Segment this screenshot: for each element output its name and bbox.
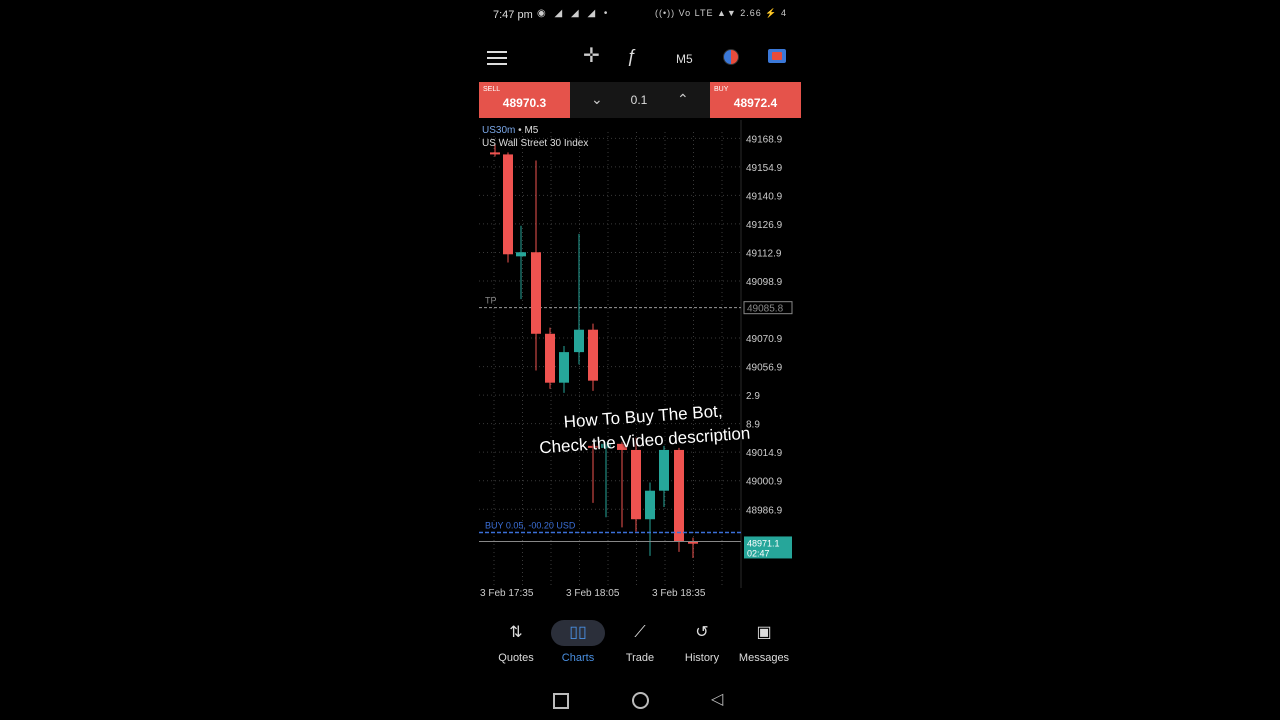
system-status-icons: ((•)) Vo LTE ▲▼ 2.66 ⚡ 4 [654,8,787,18]
timeframe-button[interactable]: M5 [676,49,693,69]
y-tick-label: 49126.9 [746,220,783,231]
one-click-trading-panel: SELL 48970.3 ⌄ 0.1 ⌃ BUY 48972.4 [479,82,801,118]
history-clock-icon: ↺ [695,624,709,641]
menu-icon[interactable] [487,51,507,65]
sell-button[interactable]: SELL 48970.3 [479,82,570,118]
y-tick-label: 49168.9 [746,134,783,145]
notification-icons: ◉ ◢ ◢ ◢ • [537,8,611,19]
sell-label: SELL [483,86,501,93]
take-profit-price: 49085.8 [747,304,784,315]
buy-label: BUY [714,86,729,93]
back-triangle-icon[interactable]: ◁ [711,689,723,709]
nav-trade-label: Trade [625,652,655,664]
y-tick-label: 49070.9 [746,334,783,345]
y-tick-label: 49014.9 [746,448,783,459]
volume-decrease-chevron-down-icon[interactable]: ⌄ [591,91,603,108]
candle-body [516,252,526,257]
sell-price: 48970.3 [502,96,547,110]
messages-icon: ▣ [756,624,772,641]
candle-body [574,329,584,353]
candle-body [645,490,655,520]
nav-quotes[interactable]: ⇅ Quotes [485,618,547,668]
position-label: BUY 0.05, -00.20 USD [485,520,576,530]
candle-body [531,252,541,334]
candle-body [588,329,598,381]
x-tick-label: 3 Feb 17:35 [480,588,534,599]
candle-body [545,333,555,383]
y-tick-label: 49000.9 [746,477,783,488]
chart-area[interactable]: 49168.9 49154.9 49140.9 49126.9 49112.9 49098… [479,120,801,610]
x-tick-label: 3 Feb 18:05 [566,588,620,599]
nav-quotes-label: Quotes [498,652,534,664]
clock-icon[interactable] [723,49,739,65]
status-time: 7:47 pm [493,9,533,21]
buy-button[interactable]: BUY 48972.4 [710,82,801,118]
x-tick-label: 3 Feb 18:35 [652,588,706,599]
candlestick-chart[interactable]: 49168.9 49154.9 49140.9 49126.9 49112.9 49098… [479,120,801,610]
y-tick-label: 48986.9 [746,505,783,516]
nav-charts-label: Charts [561,652,595,664]
y-tick-label: 49112.9 [746,248,782,259]
take-profit-label: TP [485,296,497,306]
system-navigation-bar: ◁ [479,688,801,712]
candle-body [490,152,500,155]
y-tick-label: 49140.9 [746,191,783,202]
status-bar: 7:47 pm ◉ ◢ ◢ ◢ • ((•)) Vo LTE ▲▼ 2.66 ⚡… [479,0,801,30]
y-tick-label: 49098.9 [746,277,783,288]
candle-body [503,154,513,255]
home-circle-icon[interactable] [632,692,649,709]
phone-screen: 7:47 pm ◉ ◢ ◢ ◢ • ((•)) Vo LTE ▲▼ 2.66 ⚡… [479,0,801,720]
chart-symbol: US30m • M5 [482,125,538,136]
bottom-navigation: ⇅ Quotes ▯▯ Charts ⟋ Trade ↺ History ▣ M… [479,618,801,668]
symbol-name: US30m [482,125,516,136]
candle-body [659,449,669,491]
nav-charts[interactable]: ▯▯ Charts [547,618,609,668]
crosshair-icon[interactable]: ✛ [583,46,600,66]
chart-toolbar: ✛ ƒ M5 [479,38,801,76]
volume-increase-chevron-up-icon[interactable]: ⌃ [677,91,689,108]
candle-body [559,352,569,383]
candle-body [674,449,684,542]
nav-history[interactable]: ↺ History [671,618,733,668]
symbol-description: US Wall Street 30 Index [482,138,589,149]
y-tick-label: 49154.9 [746,163,783,174]
symbol-timeframe: M5 [524,125,539,136]
nav-history-label: History [684,652,720,664]
nav-messages-label: Messages [738,652,790,664]
y-tick-label: 49056.9 [746,363,783,374]
volume-value[interactable]: 0.1 [609,93,669,107]
quotes-arrows-icon: ⇅ [509,624,523,641]
current-price-value: 48971.1 [747,538,780,548]
bar-countdown: 02:47 [747,548,770,558]
recent-apps-square-icon[interactable] [553,693,569,709]
candle-body [688,541,698,544]
trade-line-icon: ⟋ [634,624,646,641]
nav-messages[interactable]: ▣ Messages [733,618,795,668]
indicators-icon[interactable]: ƒ [627,46,637,66]
nav-trade[interactable]: ⟋ Trade [609,618,671,668]
new-order-icon[interactable] [768,49,786,63]
candle-body [631,449,641,520]
charts-candles-icon: ▯▯ [551,620,605,646]
buy-price: 48972.4 [733,96,778,110]
symbol-separator: • [518,125,522,136]
